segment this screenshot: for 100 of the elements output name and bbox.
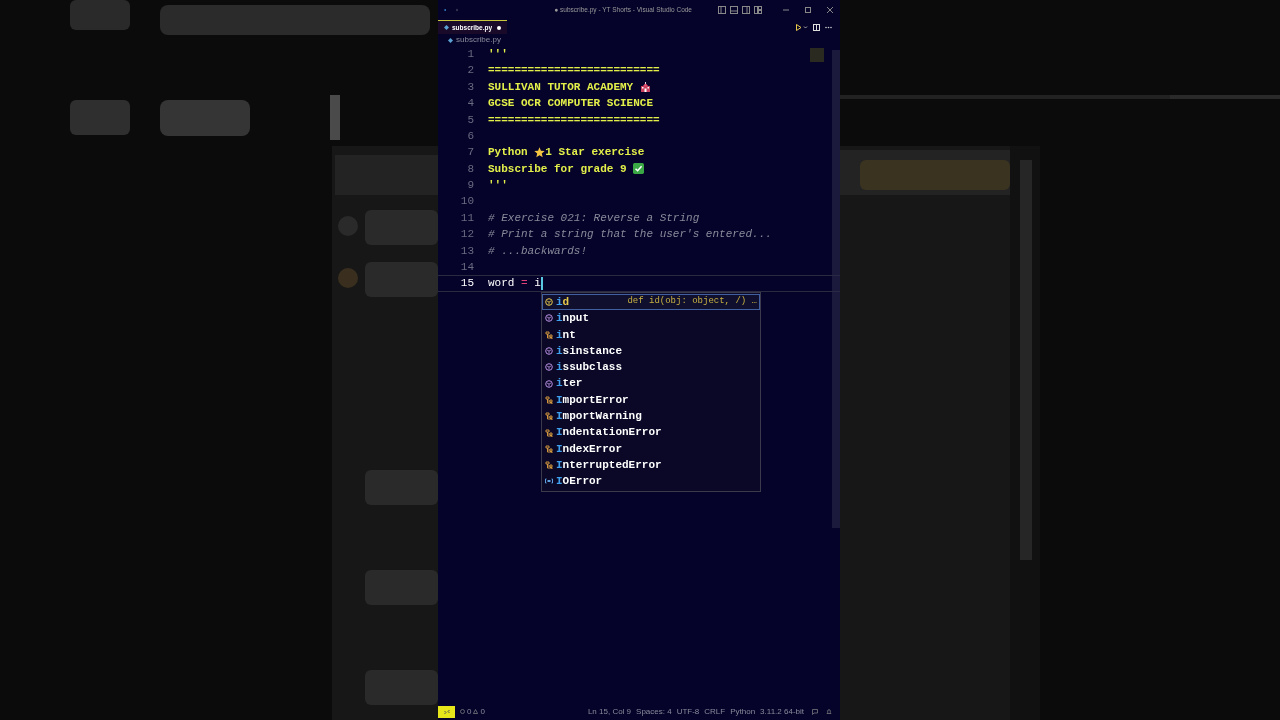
code-text: GCSE OCR COMPUTER SCIENCE xyxy=(488,96,654,112)
layout-icon[interactable] xyxy=(754,6,762,14)
code-text: # Exercise 021: Reverse a String xyxy=(488,210,700,226)
cube-icon xyxy=(545,314,553,323)
suggestion-item[interactable]: isinstance xyxy=(542,342,760,360)
split-editor-icon[interactable] xyxy=(813,23,820,31)
code-text: Python xyxy=(488,145,529,161)
suggestion-label: IOError xyxy=(556,474,603,490)
suggestion-label: InterruptedError xyxy=(556,457,662,473)
run-icon[interactable] xyxy=(796,23,808,31)
error-icon xyxy=(460,709,465,714)
more-icon[interactable] xyxy=(825,25,832,29)
text-cursor xyxy=(540,277,543,291)
class-icon xyxy=(545,330,553,339)
class-icon xyxy=(545,428,553,437)
code-text: ========================== xyxy=(488,63,660,79)
breadcrumb[interactable]: subscribe.py xyxy=(456,34,501,46)
code-text: SULLIVAN TUTOR ACADEMY xyxy=(488,79,635,95)
school-icon xyxy=(639,82,651,92)
warning-count: 0 xyxy=(480,705,485,718)
class-icon xyxy=(545,395,553,404)
suggestion-item[interactable]: id def id(obj: object, /) … xyxy=(542,294,760,311)
line-number: 3 xyxy=(466,79,474,95)
feedback-icon[interactable] xyxy=(812,708,818,715)
check-icon xyxy=(633,163,645,175)
scrollbar[interactable] xyxy=(832,50,840,528)
star-icon xyxy=(534,147,546,159)
status-item[interactable]: 3.11.2 64-bit xyxy=(760,705,804,718)
maximize-icon[interactable] xyxy=(804,6,812,14)
layout-icon[interactable] xyxy=(730,6,738,14)
status-item[interactable]: CRLF xyxy=(704,705,726,718)
problems-button[interactable]: 0 0 xyxy=(460,705,485,718)
minimap xyxy=(810,48,824,62)
cube-icon xyxy=(545,379,553,388)
python-file-icon xyxy=(444,25,449,30)
line-number: 4 xyxy=(466,96,474,112)
suggestion-detail: def id(obj: object, /) … xyxy=(627,295,757,309)
remote-button[interactable] xyxy=(438,705,455,718)
code-text: Subscribe for grade 9 xyxy=(488,161,628,177)
line-number: 7 xyxy=(466,145,474,161)
code-text: ''' xyxy=(488,178,508,194)
line-number: 5 xyxy=(466,112,474,128)
line-number: 14 xyxy=(459,260,474,276)
suggestion-item[interactable]: InterruptedError xyxy=(542,456,760,474)
suggestion-label: issubclass xyxy=(556,360,623,376)
line-number: 11 xyxy=(459,210,474,226)
close-icon[interactable] xyxy=(826,6,834,14)
status-item[interactable]: UTF-8 xyxy=(676,705,700,718)
line-number: 6 xyxy=(466,128,474,144)
suggestion-item[interactable]: issubclass xyxy=(542,359,760,376)
python-file-icon xyxy=(448,37,453,43)
class-icon xyxy=(545,461,553,470)
code-text: 1 Star exercise xyxy=(545,145,645,161)
remote-icon xyxy=(443,708,450,715)
cube-icon xyxy=(545,298,553,307)
variable-icon xyxy=(545,477,553,486)
line-number: 13 xyxy=(459,243,474,259)
suggestion-label: id xyxy=(556,294,570,310)
bell-icon[interactable] xyxy=(826,708,832,715)
suggestion-item[interactable]: IOError xyxy=(542,473,760,490)
code-text: word xyxy=(488,276,515,292)
suggestion-item[interactable]: IndexError xyxy=(542,440,760,457)
status-item[interactable]: Spaces: 4 xyxy=(636,705,672,718)
warning-icon xyxy=(473,709,479,714)
layout-icon[interactable] xyxy=(718,6,726,14)
suggestion-label: iter xyxy=(556,376,583,392)
cube-icon xyxy=(545,347,553,356)
code-text: ========================== xyxy=(488,112,660,128)
suggestion-item[interactable]: iter xyxy=(542,375,760,392)
line-number: 9 xyxy=(466,178,474,194)
suggestion-label: IndexError xyxy=(556,441,623,457)
code-text: ''' xyxy=(488,46,508,62)
layout-icon[interactable] xyxy=(742,6,750,14)
cube-icon xyxy=(545,363,553,372)
error-count: 0 xyxy=(467,705,472,718)
code-text: i xyxy=(534,276,541,292)
suggestion-label: ImportWarning xyxy=(556,409,642,424)
suggestion-label: isinstance xyxy=(556,343,623,359)
line-number: 2 xyxy=(466,63,474,79)
suggestion-item[interactable]: ImportWarning xyxy=(542,408,760,425)
suggestion-label: input xyxy=(556,311,589,327)
suggestion-label: ImportError xyxy=(556,392,629,408)
status-item[interactable]: Ln 15, Col 9 xyxy=(587,705,632,718)
suggestion-item[interactable]: input xyxy=(542,310,760,327)
suggestion-label: IndentationError xyxy=(556,425,662,441)
code-text: # ...backwards! xyxy=(488,243,588,259)
class-icon xyxy=(545,444,553,453)
class-icon xyxy=(545,412,553,421)
status-item[interactable]: Python xyxy=(730,705,756,718)
line-number: 15 xyxy=(459,276,474,292)
code-text: = xyxy=(520,276,529,292)
suggestion-label: int xyxy=(556,327,576,343)
code-text: # Print a string that the user's entered... xyxy=(488,227,772,243)
line-number: 10 xyxy=(459,194,474,210)
suggestion-item[interactable]: IndentationError xyxy=(542,424,760,441)
line-number: 12 xyxy=(459,227,474,243)
line-number: 8 xyxy=(466,161,474,177)
suggestion-item[interactable]: ImportError xyxy=(542,391,760,409)
suggestion-item[interactable]: int xyxy=(542,326,760,343)
line-number: 1 xyxy=(466,46,474,62)
